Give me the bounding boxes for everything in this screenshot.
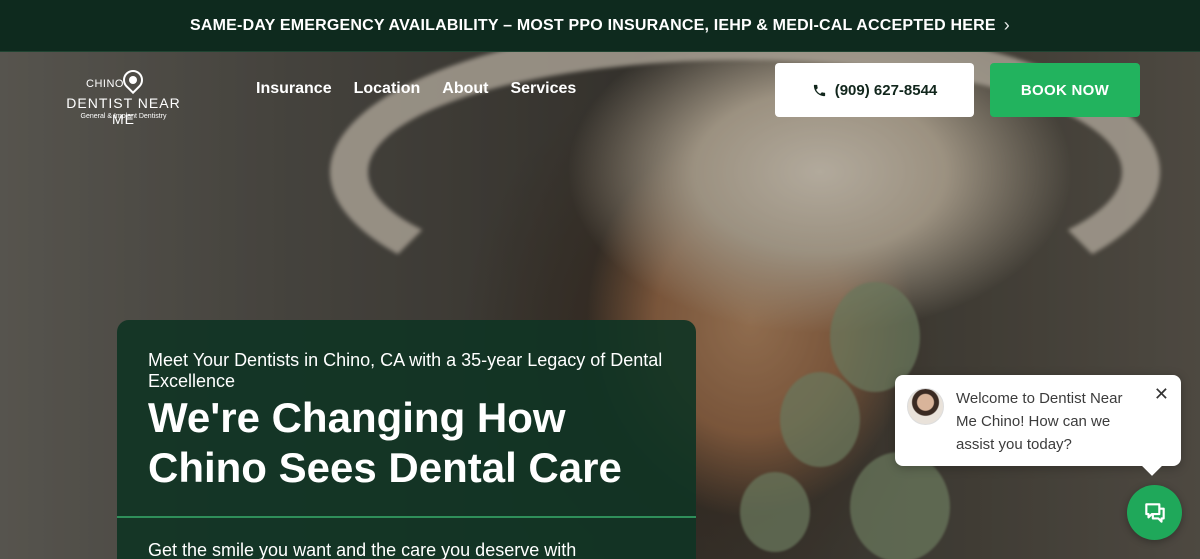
site-logo[interactable]: CHINO DENTIST NEAR ME General & Implant …: [56, 62, 191, 127]
hero-headline: We're Changing How Chino Sees Dental Car…: [148, 394, 622, 491]
chevron-right-icon[interactable]: ›: [1004, 15, 1010, 36]
hero-subtext: Get the smile you want and the care you …: [148, 540, 577, 559]
logo-tagline: General & Implant Dentistry: [80, 113, 167, 120]
logo-name: DENTIST NEAR ME: [66, 95, 181, 127]
hero-eyebrow: Meet Your Dentists in Chino, CA with a 3…: [148, 350, 663, 391]
avatar: [907, 388, 944, 425]
announcement-text[interactable]: SAME-DAY EMERGENCY AVAILABILITY – MOST P…: [190, 17, 996, 35]
phone-button[interactable]: (909) 627-8544: [775, 63, 974, 117]
close-icon[interactable]: ✕: [1154, 385, 1169, 403]
chat-welcome-bubble[interactable]: Welcome to Dentist Near Me Chino! How ca…: [895, 375, 1181, 466]
book-now-button[interactable]: BOOK NOW: [990, 63, 1140, 117]
site-header: CHINO DENTIST NEAR ME General & Implant …: [0, 52, 1200, 128]
chat-message: Welcome to Dentist Near Me Chino! How ca…: [956, 390, 1123, 453]
chat-icon: [1144, 502, 1165, 523]
nav-item-insurance[interactable]: Insurance: [256, 80, 332, 98]
hero-card: Meet Your Dentists in Chino, CA with a 3…: [117, 320, 696, 559]
announcement-bar[interactable]: SAME-DAY EMERGENCY AVAILABILITY – MOST P…: [0, 0, 1200, 52]
chat-launcher-button[interactable]: [1127, 485, 1182, 540]
phone-icon: [813, 84, 825, 96]
nav-item-about[interactable]: About: [442, 80, 488, 98]
nav-item-services[interactable]: Services: [510, 80, 576, 98]
nav-item-location[interactable]: Location: [354, 80, 421, 98]
phone-number: (909) 627-8544: [834, 81, 938, 99]
page: SAME-DAY EMERGENCY AVAILABILITY – MOST P…: [0, 0, 1200, 559]
main-nav: Insurance Location About Services: [256, 80, 576, 98]
logo-city: CHINO: [86, 78, 124, 90]
hero-divider: [117, 516, 696, 518]
